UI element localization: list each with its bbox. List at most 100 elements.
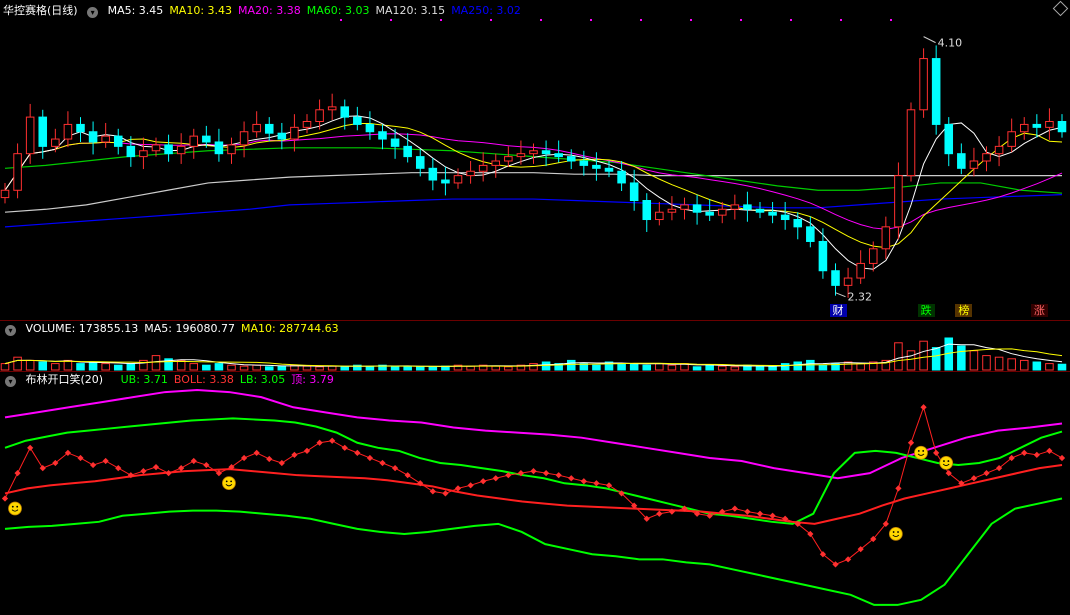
candle-body [164,144,173,155]
low-label: 2.32 [848,291,873,304]
volume-bar [0,363,10,371]
price-marker [165,470,172,477]
candle-body [642,200,652,221]
candle-body [529,150,538,155]
volume-bar [277,365,287,371]
smiley-icon [8,501,22,516]
smiley-eye [943,460,945,462]
candle-body [868,248,878,264]
price-marker [391,464,399,472]
smiley-eye [892,531,895,533]
event-badge[interactable]: 榜 [955,304,973,317]
candle-body [227,144,236,155]
volume-bar [717,365,727,371]
candle-body [151,144,161,152]
candle-body [290,126,299,140]
price-panel[interactable]: 华控赛格(日线) ▾ MA5: 3.45 MA10: 3.43 MA20: 3.38… [0,0,1070,320]
price-chart[interactable]: 4.10 2.32 [0,0,1070,320]
top-marker [840,19,842,21]
volume-bar [13,356,22,371]
price-marker [291,451,298,459]
candle-body [302,120,312,128]
volume-bar [189,363,199,371]
price-marker [303,447,311,454]
ma120-line [4,172,1062,213]
top-marker [490,19,492,21]
candle-body [680,204,689,210]
candle-body [491,160,501,166]
candle-body [202,135,211,143]
candle-body [38,116,48,147]
candle-body [1032,123,1042,128]
volume-panel[interactable]: ▾ VOLUME: 173855.13 MA5: 196080.77 MA10: 2… [0,321,1070,371]
price-marker [140,468,147,475]
low-pointer [835,292,846,298]
high-label: 4.10 [938,37,963,50]
candle-body [831,270,840,286]
boll-panel[interactable]: ▾ 布林开口笑(20) UB: 3.71 BOLL: 3.38 LB: 3.05 顶:… [0,372,1070,615]
price-marker [1058,454,1066,462]
top-marker [790,19,792,21]
price-marker [102,457,109,465]
smiley-eye [225,480,228,483]
volume-bar [51,363,60,371]
price-marker [178,464,185,472]
event-badge[interactable]: 跌 [917,304,935,317]
volume-bar [365,365,375,371]
volume-bar [428,366,438,371]
ma5-line [4,115,1063,270]
volume-bar [403,365,412,371]
candle-body [441,179,450,184]
price-marker [1,495,9,502]
volume-bar [76,363,85,371]
volume-bar [982,355,991,371]
smiley-face [8,501,22,516]
volume-bar [730,366,740,371]
smiley-face [222,476,236,491]
price-marker [329,437,336,444]
candle-body [63,123,73,140]
candle-body [881,226,891,250]
smiley-icon [222,476,236,491]
price-marker [404,472,411,479]
boll-chart[interactable] [0,372,1070,615]
candle-body [629,182,639,202]
smiley-eye [917,450,920,452]
volume-chart[interactable] [0,321,1070,371]
price-marker [77,454,84,462]
smiley-eye [16,505,19,508]
volume-bar [894,342,903,371]
price-marker [744,508,751,515]
candle-body [592,164,601,169]
smiley-icon [914,445,928,460]
candle-body [1019,123,1029,133]
volume-bar [63,359,73,371]
top-marker [540,19,542,21]
candle-body [340,106,350,118]
candle-body [743,204,752,210]
volume-bar [504,366,513,371]
event-badge[interactable]: 财 [829,304,847,317]
smiley-eye [11,505,14,508]
volume-bar [113,364,123,371]
volume-bar [592,364,601,371]
high-pointer [923,36,936,44]
volume-bar [1032,361,1042,371]
event-badge[interactable]: 涨 [1030,304,1048,317]
price-marker [593,480,600,487]
candle-body [239,131,249,146]
price-marker [1033,451,1040,459]
top-marker [340,19,342,21]
candle-body [390,138,400,147]
volume-bar [906,350,916,371]
candle-body [755,208,765,213]
candle-body [818,240,828,272]
candle-body [365,123,375,133]
volume-bar [466,365,475,371]
candle-body [780,214,790,221]
candle-body [667,208,677,213]
price-marker [1046,447,1053,454]
candle-body [252,123,261,133]
candle-body [88,131,98,143]
price-marker [14,470,21,477]
